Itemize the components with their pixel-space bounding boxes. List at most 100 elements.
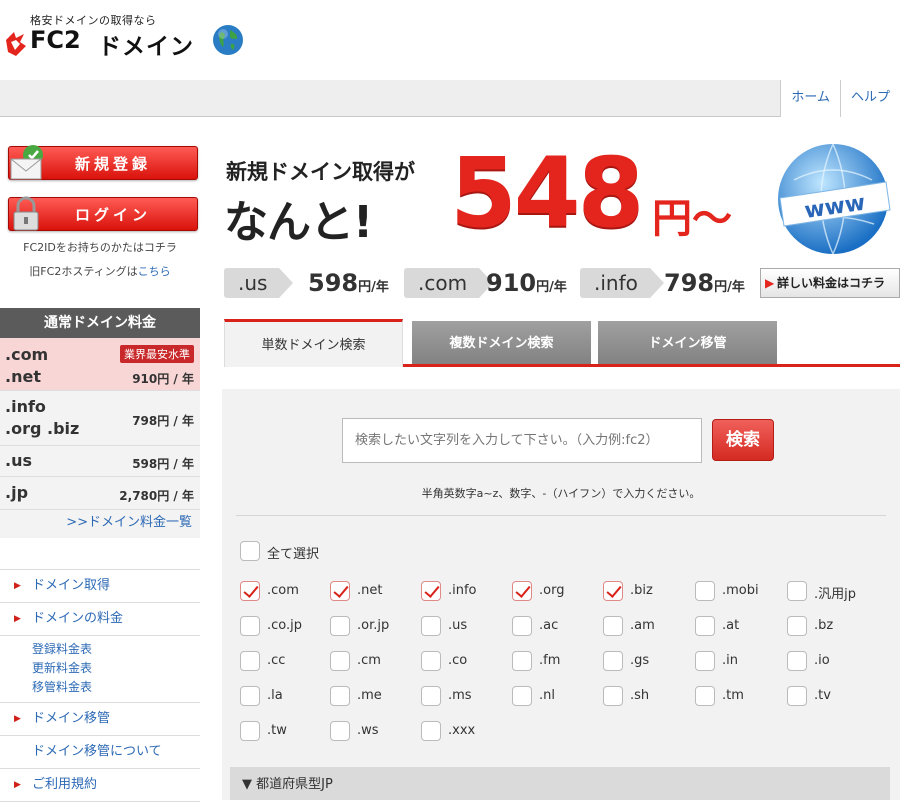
arrow-right-icon: ▶ [14, 714, 21, 724]
tld-checkbox[interactable]: .tm [695, 686, 785, 708]
tld-price-unit: 円/年 [358, 280, 389, 295]
nav-help-link[interactable]: ヘルプ [839, 80, 900, 117]
tld-checkbox[interactable]: .com [240, 581, 330, 603]
register-button[interactable]: 新規登録 [8, 145, 198, 180]
tld-checkbox[interactable]: .info [421, 581, 511, 603]
tld-checkbox[interactable]: .nl [512, 686, 602, 708]
tld-price: 798円/年 [664, 268, 745, 303]
tld-checkbox[interactable]: .gs [603, 651, 693, 673]
submenu-transfer-prices[interactable]: 移管料金表 [0, 678, 200, 697]
tld-checkbox[interactable]: .mobi [695, 581, 785, 603]
tld-checkbox[interactable]: .tw [240, 721, 330, 743]
menu-domain-pricing[interactable]: ▶ ドメインの料金 [0, 603, 200, 636]
banner-line1: 新規ドメイン取得が [226, 160, 415, 184]
checkbox-box[interactable] [330, 721, 350, 741]
checkbox-box[interactable] [787, 651, 807, 671]
checkbox-box[interactable] [512, 651, 532, 671]
checkbox-box[interactable] [240, 581, 260, 601]
tld-checkbox[interactable]: .in [695, 651, 785, 673]
lowest-price-badge: 業界最安水準 [120, 345, 194, 363]
tld-checkbox[interactable]: .at [695, 616, 785, 638]
checkbox-box[interactable] [512, 686, 532, 706]
tld-checkbox[interactable]: .us [421, 616, 511, 638]
checkbox-box[interactable] [603, 686, 623, 706]
checkbox-box[interactable] [240, 686, 260, 706]
checkbox-box[interactable] [787, 581, 807, 601]
tld-checkbox[interactable]: .me [330, 686, 420, 708]
select-all-checkbox[interactable]: 全て選択 [240, 541, 440, 563]
tld-checkbox[interactable]: .cm [330, 651, 420, 673]
checkbox-label: .xxx [448, 723, 476, 738]
tab-transfer[interactable]: ドメイン移管 [598, 321, 777, 364]
checkbox-box[interactable] [695, 581, 715, 601]
checkbox-box[interactable] [421, 651, 441, 671]
checkbox-box[interactable] [603, 616, 623, 636]
checkbox-box[interactable] [330, 581, 350, 601]
price-row-names: .us [5, 450, 32, 472]
tld-checkbox[interactable]: .net [330, 581, 420, 603]
tld-checkbox[interactable]: .biz [603, 581, 693, 603]
checkbox-box[interactable] [330, 686, 350, 706]
checkbox-box[interactable] [330, 651, 350, 671]
hosting-link[interactable]: こちら [138, 265, 171, 278]
login-button[interactable]: ログイン [8, 196, 198, 231]
checkbox-box[interactable] [421, 686, 441, 706]
menu-domain-acquire[interactable]: ▶ ドメイン取得 [0, 570, 200, 603]
submenu-renewal-prices[interactable]: 更新料金表 [0, 659, 200, 678]
checkbox-box[interactable] [787, 616, 807, 636]
tld-checkbox[interactable]: .ac [512, 616, 602, 638]
prefecture-jp-section[interactable]: ▼ 都道府県型JP [230, 767, 890, 800]
tld-checkbox[interactable]: .xxx [421, 721, 511, 743]
menu-domain-transfer[interactable]: ▶ ドメイン移管 [0, 703, 200, 736]
tld-checkbox[interactable]: .io [787, 651, 877, 673]
tld-checkbox[interactable]: .or.jp [330, 616, 420, 638]
domain-search-input[interactable] [342, 418, 702, 463]
tld-checkbox[interactable]: .co [421, 651, 511, 673]
tld-checkbox[interactable]: .tv [787, 686, 877, 708]
checkbox-box[interactable] [787, 686, 807, 706]
checkbox-box[interactable] [240, 541, 260, 561]
tld-checkbox[interactable]: .ws [330, 721, 420, 743]
menu-transfer-about[interactable]: ドメイン移管について [0, 736, 200, 769]
checkbox-label: .ac [539, 618, 559, 633]
checkbox-box[interactable] [240, 616, 260, 636]
detail-prices-button[interactable]: ▶ 詳しい料金はコチラ [760, 268, 900, 298]
checkbox-label: .la [267, 688, 283, 703]
checkbox-box[interactable] [695, 686, 715, 706]
hosting-note: 旧FC2ホスティングはこちら [0, 263, 200, 279]
menu-terms[interactable]: ▶ ご利用規約 [0, 769, 200, 802]
tld-checkbox[interactable]: .org [512, 581, 602, 603]
submenu-registration-prices[interactable]: 登録料金表 [0, 640, 200, 659]
tab-single-search[interactable]: 単数ドメイン検索 [224, 319, 403, 367]
search-button[interactable]: 検索 [712, 419, 774, 461]
tld-name: .com [5, 345, 49, 364]
tab-multi-search[interactable]: 複数ドメイン検索 [412, 321, 591, 364]
checkbox-box[interactable] [330, 616, 350, 636]
tld-checkbox[interactable]: .sh [603, 686, 693, 708]
checkbox-box[interactable] [421, 581, 441, 601]
hosting-prefix: 旧FC2ホスティングは [29, 265, 138, 278]
checkbox-label: .com [267, 583, 299, 598]
checkbox-box[interactable] [695, 651, 715, 671]
checkbox-box[interactable] [512, 581, 532, 601]
tld-checkbox[interactable]: .cc [240, 651, 330, 673]
checkbox-box[interactable] [421, 616, 441, 636]
fc2id-note[interactable]: FC2IDをお持ちのかたはコチラ [0, 239, 200, 255]
checkbox-box[interactable] [695, 616, 715, 636]
price-list-link[interactable]: >>ドメイン料金一覧 [0, 510, 200, 538]
tld-checkbox[interactable]: .am [603, 616, 693, 638]
tld-checkbox[interactable]: .fm [512, 651, 602, 673]
tld-checkbox[interactable]: .co.jp [240, 616, 330, 638]
nav-home-link[interactable]: ホーム [780, 80, 840, 117]
site-logo[interactable]: 格安ドメインの取得なら FC2 ドメイン [0, 10, 260, 60]
checkbox-box[interactable] [512, 616, 532, 636]
checkbox-box[interactable] [603, 651, 623, 671]
checkbox-box[interactable] [240, 651, 260, 671]
tld-checkbox[interactable]: .bz [787, 616, 877, 638]
tld-checkbox[interactable]: .la [240, 686, 330, 708]
checkbox-box[interactable] [421, 721, 441, 741]
tld-checkbox[interactable]: .汎用jp [787, 581, 877, 603]
checkbox-box[interactable] [240, 721, 260, 741]
tld-checkbox[interactable]: .ms [421, 686, 511, 708]
checkbox-box[interactable] [603, 581, 623, 601]
